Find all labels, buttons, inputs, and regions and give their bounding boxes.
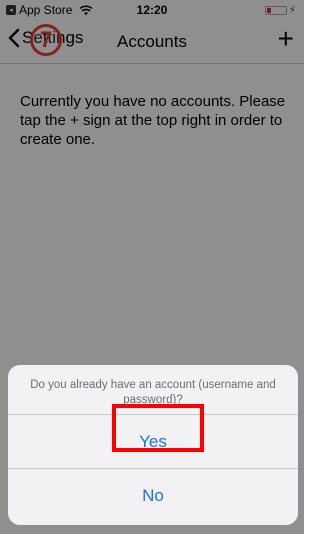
yes-highlight-box <box>112 404 204 452</box>
accounts-screen: ◂ App Store 12:20 ⚡ Settings Accounts + … <box>0 0 304 534</box>
no-button[interactable]: No <box>8 469 298 523</box>
